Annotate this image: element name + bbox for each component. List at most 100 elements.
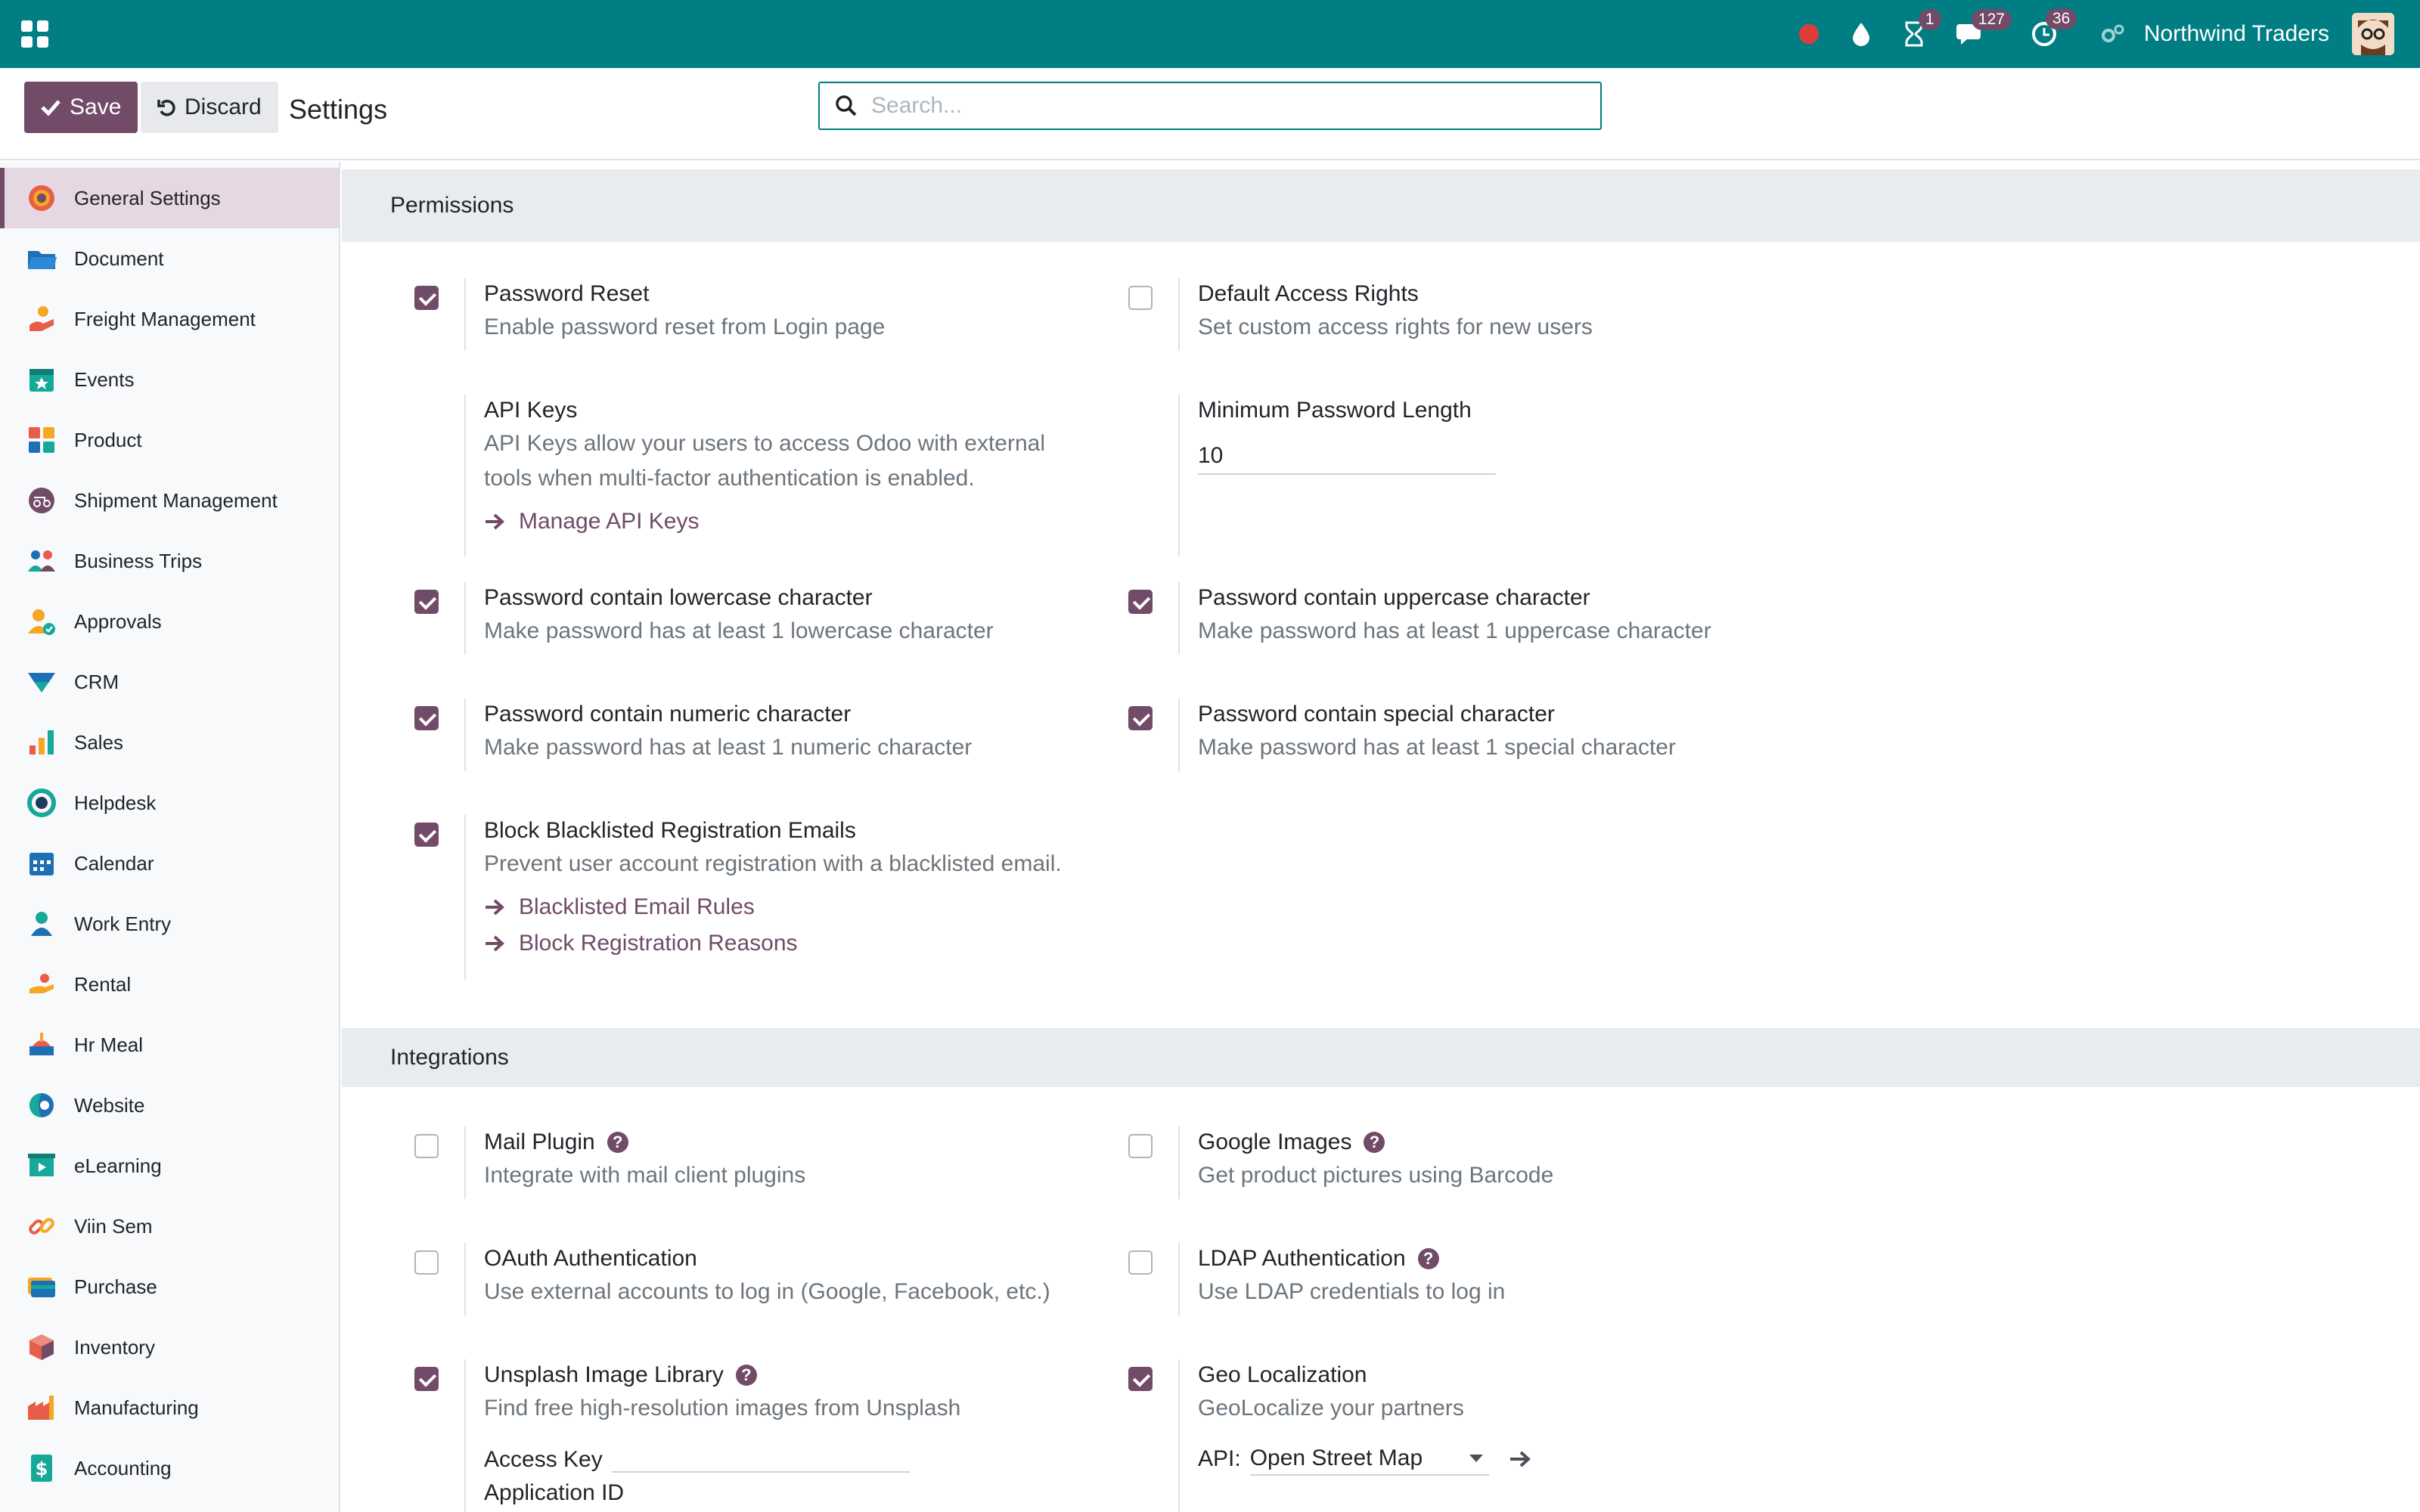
sidebar-item-calendar[interactable]: Calendar: [0, 833, 339, 894]
setting-description: Enable password reset from Login page: [484, 314, 886, 339]
setting-title: API Keys: [484, 398, 578, 423]
general-settings-icon: [26, 182, 57, 214]
geo-localization-checkbox[interactable]: [1128, 1367, 1153, 1391]
messages-button[interactable]: 127: [1956, 9, 2012, 47]
setting-description: Make password has at least 1 lowercase c…: [484, 618, 994, 643]
setting-description: Integrate with mail client plugins: [484, 1163, 806, 1188]
chevron-down-icon: [1469, 1455, 1483, 1462]
link-label: Block Registration Reasons: [519, 931, 798, 956]
sidebar-item-product[interactable]: Product: [0, 410, 339, 470]
help-icon[interactable]: ?: [735, 1365, 757, 1386]
block-registration-reasons-link[interactable]: Block Registration Reasons: [484, 925, 1115, 962]
activities-button[interactable]: 1: [1903, 9, 1941, 47]
blacklisted-email-rules-link[interactable]: Blacklisted Email Rules: [484, 889, 1115, 925]
sidebar-item-freight-management[interactable]: Freight Management: [0, 289, 339, 349]
sidebar-item-label: Product: [74, 428, 142, 451]
sidebar-item-elearning[interactable]: eLearning: [0, 1136, 339, 1196]
purchase-icon: [26, 1271, 57, 1303]
setting-description: tools when multi-factor authentication i…: [484, 466, 975, 491]
geo-api-select[interactable]: Open Street Map: [1249, 1442, 1489, 1476]
sidebar-item-crm[interactable]: CRM: [0, 652, 339, 712]
sidebar-item-business-trips[interactable]: Business Trips: [0, 531, 339, 591]
company-name[interactable]: Northwind Traders: [2144, 21, 2329, 47]
setting-title: Minimum Password Length: [1198, 398, 1472, 423]
clock-button[interactable]: 36: [2031, 8, 2077, 48]
password-lowercase-checkbox[interactable]: [414, 590, 439, 614]
sidebar-item-work-entry[interactable]: Work Entry: [0, 894, 339, 954]
sidebar-item-website[interactable]: Website: [0, 1075, 339, 1136]
access-key-label: Access Key: [484, 1447, 603, 1472]
search-bar[interactable]: [818, 82, 1602, 130]
sidebar-item-accounting[interactable]: $ Accounting: [0, 1438, 339, 1498]
sales-icon: [26, 727, 57, 758]
help-icon[interactable]: ?: [607, 1132, 628, 1153]
default-access-rights-checkbox[interactable]: [1128, 286, 1153, 310]
sidebar-item-helpdesk[interactable]: Helpdesk: [0, 773, 339, 833]
freight-icon: [26, 303, 57, 335]
sidebar-item-approvals[interactable]: Approvals: [0, 591, 339, 652]
recording-indicator[interactable]: [1798, 24, 1819, 44]
sidebar-item-viin-sem[interactable]: Viin Sem: [0, 1196, 339, 1256]
password-numeric-checkbox[interactable]: [414, 706, 439, 730]
drop-button[interactable]: [1851, 21, 1872, 47]
sidebar-item-label: CRM: [74, 670, 119, 693]
sidebar-item-label: Accounting: [74, 1456, 172, 1479]
sidebar-item-label: Inventory: [74, 1335, 155, 1359]
help-icon[interactable]: ?: [1364, 1132, 1385, 1153]
setting-description: Use LDAP credentials to log in: [1198, 1279, 1506, 1304]
discard-button[interactable]: Discard: [141, 82, 278, 133]
google-images-checkbox[interactable]: [1128, 1134, 1153, 1158]
sidebar-item-label: Website: [74, 1093, 145, 1117]
password-special-checkbox[interactable]: [1128, 706, 1153, 730]
sidebar-item-inventory[interactable]: Inventory: [0, 1317, 339, 1377]
setting-description: Set custom access rights for new users: [1198, 314, 1593, 339]
sidebar-item-manufacturing[interactable]: Manufacturing: [0, 1377, 339, 1438]
setting-title: Password Reset: [484, 281, 650, 306]
mail-plugin-checkbox[interactable]: [414, 1134, 439, 1158]
sidebar-item-hr-meal[interactable]: Hr Meal: [0, 1015, 339, 1075]
help-icon[interactable]: ?: [1417, 1248, 1439, 1269]
hr-meal-icon: [26, 1029, 57, 1061]
link-label: Blacklisted Email Rules: [519, 894, 755, 919]
unsplash-image-library-checkbox[interactable]: [414, 1367, 439, 1391]
setting-title: Geo Localization: [1198, 1362, 1367, 1387]
sidebar-item-events[interactable]: Events: [0, 349, 339, 410]
arrow-right-icon[interactable]: [1509, 1450, 1531, 1468]
arrow-right-icon: [486, 899, 504, 916]
sidebar-item-label: Work Entry: [74, 912, 172, 935]
calendar-icon: [26, 847, 57, 879]
sidebar-item-general-settings[interactable]: General Settings: [0, 168, 339, 228]
setting-title: Password contain lowercase character: [484, 585, 873, 610]
setting-title: Block Blacklisted Registration Emails: [484, 818, 856, 843]
setting-title: OAuth Authentication: [484, 1246, 697, 1271]
sidebar-item-rental[interactable]: Rental: [0, 954, 339, 1015]
section-integrations-title: Integrations: [342, 1028, 2420, 1087]
discard-label: Discard: [185, 94, 262, 119]
drop-icon: [1852, 23, 1869, 46]
setting-title: Default Access Rights: [1198, 281, 1419, 306]
sidebar-item-purchase[interactable]: Purchase: [0, 1256, 339, 1317]
oauth-authentication-checkbox[interactable]: [414, 1250, 439, 1275]
sidebar-item-shipment-management[interactable]: Shipment Management: [0, 470, 339, 531]
sidebar-item-label: Purchase: [74, 1275, 157, 1298]
setting-description: Find free high-resolution images from Un…: [484, 1396, 961, 1421]
save-label: Save: [70, 94, 122, 119]
password-reset-checkbox[interactable]: [414, 286, 439, 310]
debug-button[interactable]: [2100, 23, 2126, 45]
save-button[interactable]: Save: [24, 82, 138, 133]
link-icon: [26, 1210, 57, 1242]
manage-api-keys-link[interactable]: Manage API Keys: [484, 503, 1115, 540]
sidebar-item-label: Sales: [74, 730, 124, 754]
sidebar-item-sales[interactable]: Sales: [0, 712, 339, 773]
work-entry-icon: [26, 908, 57, 940]
ldap-authentication-checkbox[interactable]: [1128, 1250, 1153, 1275]
block-blacklisted-emails-checkbox[interactable]: [414, 823, 439, 847]
user-avatar[interactable]: [2352, 13, 2394, 55]
accounting-icon: $: [26, 1452, 57, 1484]
password-uppercase-checkbox[interactable]: [1128, 590, 1153, 614]
search-input[interactable]: [871, 93, 1552, 119]
sidebar-item-document[interactable]: Document: [0, 228, 339, 289]
apps-menu-icon[interactable]: [21, 20, 48, 48]
access-key-input[interactable]: [611, 1442, 910, 1473]
minimum-password-length-input[interactable]: [1198, 438, 1496, 475]
